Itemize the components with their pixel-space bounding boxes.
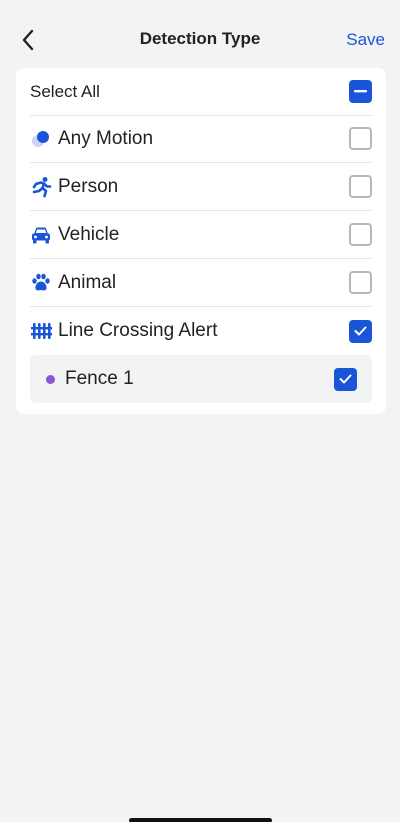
option-label: Any Motion	[58, 127, 154, 149]
select-all-checkbox[interactable]	[349, 80, 372, 103]
line-crossing-checkbox[interactable]	[349, 319, 372, 343]
minus-icon	[354, 90, 367, 93]
select-all-row[interactable]: Select All	[30, 68, 372, 116]
option-label: Line Crossing Alert	[58, 320, 218, 341]
person-checkbox[interactable]	[349, 175, 372, 198]
vehicle-checkbox[interactable]	[349, 223, 372, 246]
option-label: Vehicle	[58, 223, 120, 245]
motion-dot-icon	[30, 128, 52, 150]
option-label: Person	[58, 175, 119, 197]
home-indicator	[129, 818, 272, 822]
fence-row[interactable]: Fence 1	[30, 355, 372, 403]
fence-icon	[30, 320, 52, 342]
option-row-line-crossing[interactable]: Line Crossing Alert	[30, 307, 372, 355]
checkmark-icon	[354, 326, 367, 336]
option-row-person[interactable]: Person	[30, 163, 372, 211]
option-row-animal[interactable]: Animal	[30, 259, 372, 307]
option-row-vehicle[interactable]: Vehicle	[30, 211, 372, 259]
save-button[interactable]: Save	[346, 30, 385, 50]
fence-checkbox[interactable]	[334, 367, 357, 391]
option-row-any-motion[interactable]: Any Motion	[30, 115, 372, 163]
select-all-label: Select All	[30, 81, 100, 101]
page-title: Detection Type	[139, 29, 261, 48]
option-label: Animal	[58, 271, 117, 293]
any-motion-checkbox[interactable]	[349, 127, 372, 150]
fence-label: Fence 1	[65, 368, 134, 389]
car-icon	[30, 224, 52, 246]
running-person-icon	[30, 176, 52, 198]
detection-options-card: Select All Any Motion Person Vehicle Ani…	[16, 68, 386, 414]
fence-color-dot	[46, 374, 55, 384]
paw-icon	[30, 272, 52, 294]
animal-checkbox[interactable]	[349, 271, 372, 294]
detection-type-screen: Detection Type Save Select All Any Motio…	[0, 0, 400, 822]
checkmark-icon	[339, 374, 352, 384]
